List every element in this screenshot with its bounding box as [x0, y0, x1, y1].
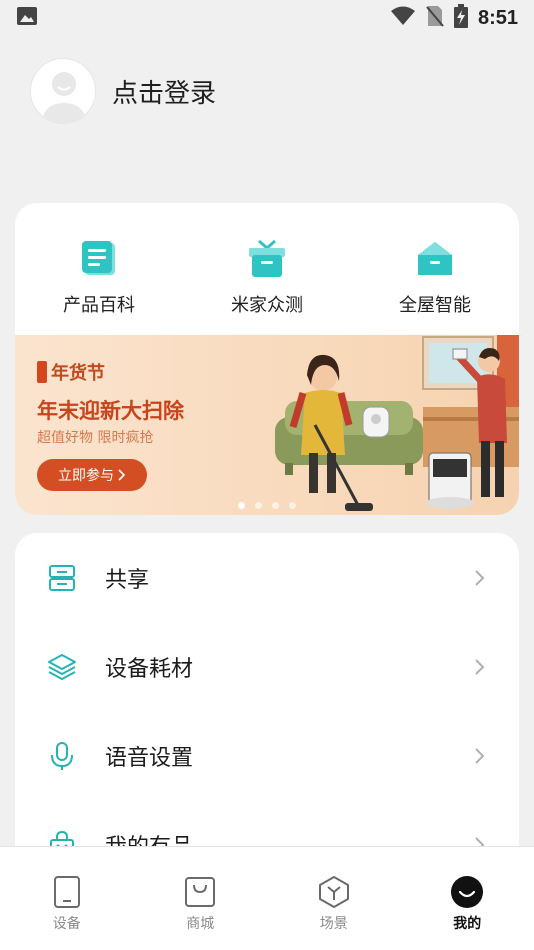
banner-title: 年末迎新大扫除 [37, 399, 184, 423]
menu-item-share[interactable]: 共享 [15, 534, 519, 622]
battery-charging-icon [453, 4, 468, 32]
profile-face-icon [451, 876, 484, 908]
menu-label: 共享 [105, 568, 150, 593]
pager-dot[interactable] [272, 502, 279, 509]
join-now-label: 立即参与 [58, 468, 114, 484]
mall-bag-icon [185, 877, 216, 907]
tab-label: 设备 [52, 916, 81, 932]
settings-menu: 共享 设备耗材 语音设置 我的有品 [15, 533, 519, 893]
menu-label: 语音设置 [105, 746, 194, 771]
no-sim-icon [426, 5, 444, 31]
scene-cube-icon [318, 876, 349, 908]
shortcut-label: 米家众测 [231, 295, 303, 316]
menu-item-voice-settings[interactable]: 语音设置 [15, 712, 519, 800]
shortcut-smart-home[interactable]: 全屋智能 [351, 239, 519, 335]
cleaning-illustration [275, 335, 519, 511]
tab-label: 我的 [453, 916, 482, 932]
banner-pager[interactable] [15, 502, 519, 509]
join-now-button[interactable]: 立即参与 [37, 459, 147, 491]
pager-dot[interactable] [238, 502, 245, 509]
menu-item-consumables[interactable]: 设备耗材 [15, 623, 519, 711]
wifi-icon [390, 6, 416, 30]
default-avatar-icon [41, 72, 87, 123]
device-icon [53, 876, 80, 908]
shortcut-label: 全屋智能 [399, 295, 471, 316]
pager-dot[interactable] [289, 502, 296, 509]
chevron-right-icon [475, 659, 485, 675]
tab-devices[interactable]: 设备 [0, 847, 134, 950]
banner-tag-text: 年货节 [51, 363, 105, 384]
microphone-icon [51, 742, 73, 770]
tab-label: 场景 [319, 916, 348, 932]
avatar[interactable] [30, 58, 96, 124]
encyclopedia-icon [82, 241, 115, 275]
status-bar: 8:51 [0, 0, 534, 36]
bottom-nav: 设备 商城 场景 我的 [0, 846, 534, 950]
promo-banner[interactable]: 年货节 年末迎新大扫除 超值好物 限时疯抢 立即参与 [15, 335, 519, 515]
gift-box-icon [249, 239, 285, 277]
login-label[interactable]: 点击登录 [112, 73, 216, 110]
status-time: 8:51 [477, 6, 518, 29]
chevron-right-icon [475, 570, 485, 586]
chevron-right-icon [118, 469, 126, 481]
layers-icon [48, 654, 76, 680]
banner-subtitle: 超值好物 限时疯抢 [37, 430, 154, 446]
login-row[interactable]: 点击登录 [30, 58, 216, 124]
shortcut-crowd-test[interactable]: 米家众测 [183, 239, 351, 335]
seal-icon [37, 361, 47, 383]
chevron-right-icon [475, 748, 485, 764]
menu-label: 设备耗材 [105, 657, 194, 682]
image-icon [16, 6, 38, 30]
tab-label: 商城 [186, 916, 215, 932]
smart-home-icon [418, 242, 452, 275]
feature-card: 产品百科 米家众测 全屋智能 年货节 年末迎新大扫除 超值好物 限时疯抢 立即参… [15, 203, 519, 515]
tab-profile[interactable]: 我的 [401, 847, 534, 950]
pager-dot[interactable] [255, 502, 262, 509]
shortcut-label: 产品百科 [63, 295, 135, 316]
share-device-icon [49, 565, 75, 591]
shortcut-encyclopedia[interactable]: 产品百科 [15, 239, 183, 335]
tab-scenes[interactable]: 场景 [267, 847, 401, 950]
shortcut-row: 产品百科 米家众测 全屋智能 [15, 203, 519, 335]
banner-tag: 年货节 [37, 359, 105, 385]
tab-mall[interactable]: 商城 [134, 847, 268, 950]
